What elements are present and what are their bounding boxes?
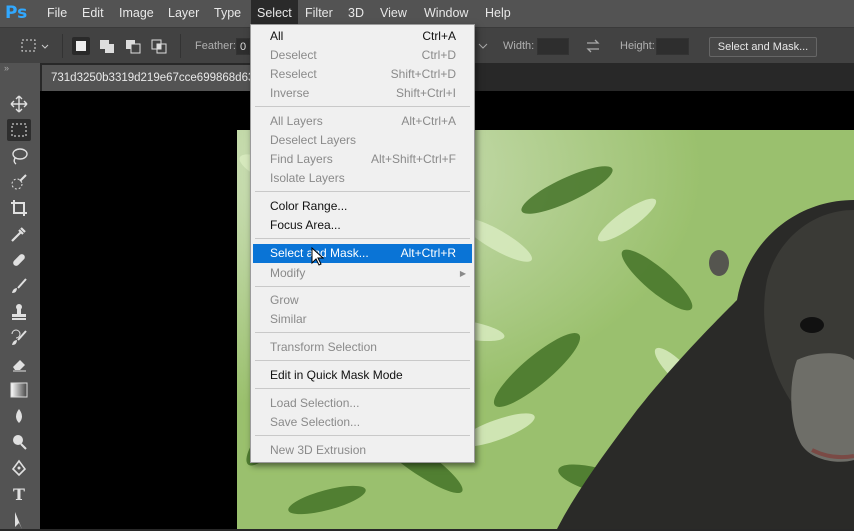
marquee-preset-icon[interactable]	[20, 37, 49, 55]
menu-image[interactable]: Image	[113, 0, 160, 27]
subtract-selection-icon[interactable]	[124, 37, 142, 55]
gradient-icon[interactable]	[7, 379, 31, 401]
intersect-selection-icon[interactable]	[150, 37, 168, 55]
menu-item-all[interactable]: All Ctrl+A	[253, 27, 472, 46]
crop-icon[interactable]	[7, 197, 31, 219]
path-select-icon[interactable]	[7, 509, 31, 531]
photoshop-logo: Ps	[5, 3, 28, 23]
stamp-icon[interactable]	[7, 301, 31, 323]
menu-item-find-layers[interactable]: Find Layers Alt+Shift+Ctrl+F	[253, 150, 472, 169]
menu-item-quick-mask[interactable]: Edit in Quick Mask Mode	[253, 366, 472, 385]
brush-icon[interactable]	[7, 275, 31, 297]
submenu-arrow-icon: ▶	[459, 269, 466, 278]
menu-item-all-layers[interactable]: All Layers Alt+Ctrl+A	[253, 112, 472, 131]
menu-item-new-3d-extrusion[interactable]: New 3D Extrusion	[253, 441, 472, 460]
menu-file[interactable]: File	[41, 0, 73, 27]
menu-type[interactable]: Type	[208, 0, 247, 27]
menu-filter[interactable]: Filter	[299, 0, 339, 27]
document-tab[interactable]: 731d3250b3319d219e67cce699868d63.	[42, 65, 252, 91]
eraser-icon[interactable]	[7, 353, 31, 375]
menu-item-transform-selection[interactable]: Transform Selection	[253, 338, 472, 357]
pen-icon[interactable]	[7, 457, 31, 479]
menu-window[interactable]: Window	[418, 0, 474, 27]
quick-select-icon[interactable]	[7, 171, 31, 193]
history-brush-icon[interactable]	[7, 327, 31, 349]
menu-3d[interactable]: 3D	[342, 0, 370, 27]
new-selection-icon[interactable]	[72, 37, 90, 55]
menu-item-color-range[interactable]: Color Range...	[253, 197, 472, 216]
healing-icon[interactable]	[7, 249, 31, 271]
menu-item-save-selection[interactable]: Save Selection...	[253, 413, 472, 432]
move-icon[interactable]	[7, 93, 31, 115]
menu-item-focus-area[interactable]: Focus Area...	[253, 216, 472, 235]
menu-edit[interactable]: Edit	[76, 0, 110, 27]
width-input[interactable]	[537, 38, 569, 55]
menu-bar: Ps File Edit Image Layer Type Select Fil…	[0, 0, 854, 27]
width-label: Width:	[503, 40, 535, 52]
marquee-icon[interactable]	[7, 119, 31, 141]
menu-item-select-and-mask[interactable]: Select and Mask... Alt+Ctrl+R	[253, 244, 472, 263]
blur-icon[interactable]	[7, 405, 31, 427]
menu-select[interactable]: Select	[251, 0, 298, 27]
tools-panel: » T	[0, 63, 40, 529]
collapse-icon[interactable]: »	[4, 63, 9, 73]
menu-item-deselect-layers[interactable]: Deselect Layers	[253, 131, 472, 150]
eyedropper-icon[interactable]	[7, 223, 31, 245]
height-label: Height:	[620, 40, 655, 52]
lasso-icon[interactable]	[7, 145, 31, 167]
menu-item-grow[interactable]: Grow	[253, 291, 472, 310]
type-icon[interactable]: T	[7, 483, 31, 505]
mouse-cursor-icon	[311, 246, 325, 270]
height-input[interactable]	[656, 38, 689, 55]
menu-item-similar[interactable]: Similar	[253, 310, 472, 329]
menu-item-reselect[interactable]: Reselect Shift+Ctrl+D	[253, 65, 472, 84]
menu-item-modify[interactable]: Modify ▶	[253, 264, 472, 283]
add-selection-icon[interactable]	[98, 37, 116, 55]
feather-input[interactable]: 0	[236, 38, 250, 55]
menu-view[interactable]: View	[374, 0, 413, 27]
menu-item-load-selection[interactable]: Load Selection...	[253, 394, 472, 413]
style-dropdown-icon[interactable]	[477, 37, 495, 55]
menu-layer[interactable]: Layer	[162, 0, 205, 27]
swap-icon[interactable]	[584, 37, 602, 55]
menu-item-deselect[interactable]: Deselect Ctrl+D	[253, 46, 472, 65]
menu-item-inverse[interactable]: Inverse Shift+Ctrl+I	[253, 84, 472, 103]
feather-label: Feather:	[195, 40, 236, 52]
dodge-icon[interactable]	[7, 431, 31, 453]
select-menu-dropdown: All Ctrl+A Deselect Ctrl+D Reselect Shift+C…	[250, 24, 475, 463]
select-and-mask-button[interactable]: Select and Mask...	[709, 37, 817, 57]
menu-help[interactable]: Help	[479, 0, 517, 27]
menu-item-isolate-layers[interactable]: Isolate Layers	[253, 169, 472, 188]
